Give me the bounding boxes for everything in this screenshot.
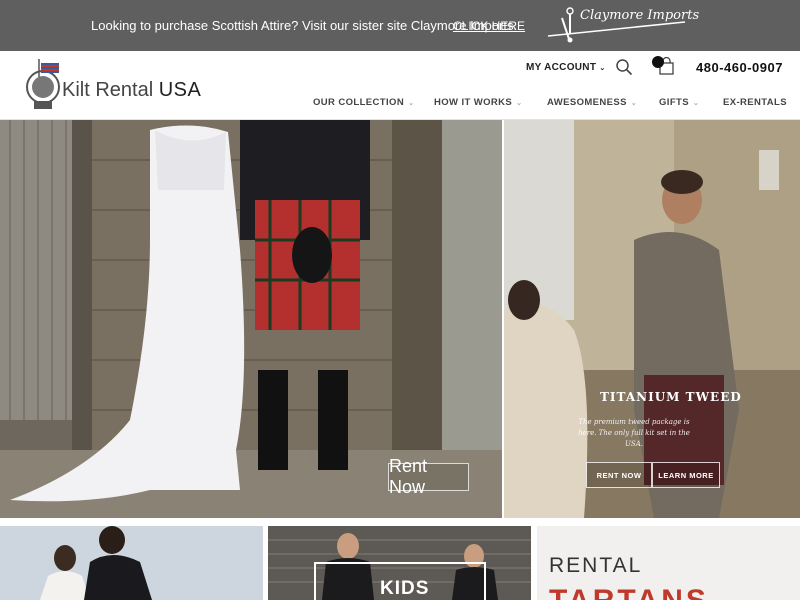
learn-more-button[interactable]: LEARN MORE	[652, 462, 720, 488]
hero-tweed-photo	[504, 120, 800, 518]
nav-label: HOW IT WORKS	[434, 97, 513, 108]
main-nav: OUR COLLECTION ⌄ HOW IT WORKS ⌄ AWESOMENES…	[0, 97, 800, 113]
promo-bar: Looking to purchase Scottish Attire? Vis…	[0, 0, 800, 51]
nav-ex-rentals[interactable]: EX-RENTALS	[723, 97, 787, 108]
tartans-label: TARTANS	[549, 584, 709, 600]
nav-label: OUR COLLECTION	[313, 97, 405, 108]
chevron-down-icon: ⌄	[599, 65, 606, 72]
hero-banner-titanium-tweed[interactable]: TITANIUM TWEED The premium tweed package…	[504, 120, 800, 518]
nav-how-it-works[interactable]: HOW IT WORKS ⌄	[434, 97, 522, 108]
cart-button[interactable]	[652, 56, 676, 76]
tile-couple[interactable]	[0, 526, 263, 600]
chevron-down-icon: ⌄	[630, 100, 638, 107]
site-header: Kilt Rental USA MY ACCOUNT ⌄ 480-460-090…	[0, 51, 800, 120]
nav-our-collection[interactable]: OUR COLLECTION ⌄	[313, 97, 414, 108]
my-account-menu[interactable]: MY ACCOUNT ⌄	[526, 62, 606, 73]
tile-kids[interactable]: KIDS	[268, 526, 531, 600]
hero-banner-wedding[interactable]: Rent Now	[0, 120, 502, 518]
tile-couple-photo	[0, 526, 263, 600]
titanium-tweed-subtitle: The premium tweed package is here. The o…	[578, 418, 690, 448]
claymore-logo-text: Claymore Imports	[580, 8, 700, 23]
nav-label: EX-RENTALS	[723, 97, 787, 108]
rental-label: RENTAL	[549, 554, 643, 577]
tile-rental-tartans[interactable]: RENTAL TARTANS	[537, 526, 800, 600]
kids-label: KIDS	[380, 578, 430, 599]
claymore-imports-logo[interactable]: Claymore Imports	[540, 6, 699, 44]
nav-awesomeness[interactable]: AWESOMENESS ⌄	[547, 97, 637, 108]
search-icon[interactable]	[615, 58, 633, 76]
chevron-down-icon: ⌄	[692, 100, 700, 107]
nav-gifts[interactable]: GIFTS ⌄	[659, 97, 699, 108]
nav-label: GIFTS	[659, 97, 689, 108]
nav-label: AWESOMENESS	[547, 97, 627, 108]
rent-now-tweed-button[interactable]: RENT NOW	[586, 462, 652, 488]
cart-badge	[652, 56, 664, 68]
chevron-down-icon: ⌄	[408, 100, 415, 107]
phone-number[interactable]: 480-460-0907	[696, 60, 783, 75]
click-here-link[interactable]: CLICK HERE	[453, 19, 525, 33]
chevron-down-icon: ⌄	[516, 100, 523, 107]
account-label: MY ACCOUNT	[526, 62, 597, 73]
rent-now-button[interactable]: Rent Now	[388, 456, 469, 497]
titanium-tweed-title: TITANIUM TWEED	[600, 390, 742, 404]
